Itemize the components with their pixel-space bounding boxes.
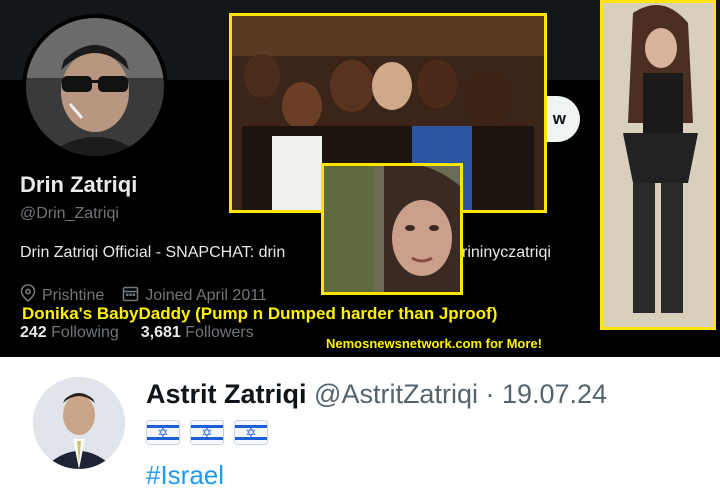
woman-photo (600, 0, 716, 330)
selfie-photo (321, 163, 463, 295)
followers-link[interactable]: 3,681 Followers (141, 324, 254, 342)
profile-joined-date: Joined April 2011 (145, 286, 267, 304)
tweet[interactable]: Astrit Zatriqi @AstritZatriqi · 19.07.24… (0, 357, 720, 503)
israel-flag-icon: ✡ (146, 420, 180, 445)
profile-display-name: Drin Zatriqi (20, 172, 138, 197)
tweet-flags: ✡ ✡ ✡ (146, 420, 278, 445)
israel-flag-icon: ✡ (190, 420, 224, 445)
hashtag-link[interactable]: #Israel (146, 460, 224, 491)
tweet-author-avatar[interactable] (33, 377, 125, 469)
profile-avatar[interactable] (22, 14, 168, 160)
tweet-header: Astrit Zatriqi @AstritZatriqi · 19.07.24 (146, 379, 607, 410)
tweet-handle-date[interactable]: @AstritZatriqi · 19.07.24 (314, 379, 607, 409)
profile-header: w Drin Zatriqi @Drin_Zatriqi Drin Zatriq… (0, 0, 720, 357)
following-link[interactable]: 242 Following (20, 324, 119, 342)
israel-flag-icon: ✡ (234, 420, 268, 445)
profile-handle: @Drin_Zatriqi (20, 205, 119, 222)
profile-bio-tail: rininyczatriqi (462, 244, 551, 261)
watermark: Nemosnewsnetwork.com for More! (326, 336, 542, 351)
profile-location: Prishtine (42, 286, 105, 304)
overlay-caption: Donika's BabyDaddy (Pump n Dumped harder… (22, 304, 498, 323)
profile-stats: 242 Following 3,681 Followers (20, 324, 254, 342)
tweet-author-name[interactable]: Astrit Zatriqi (146, 379, 307, 409)
